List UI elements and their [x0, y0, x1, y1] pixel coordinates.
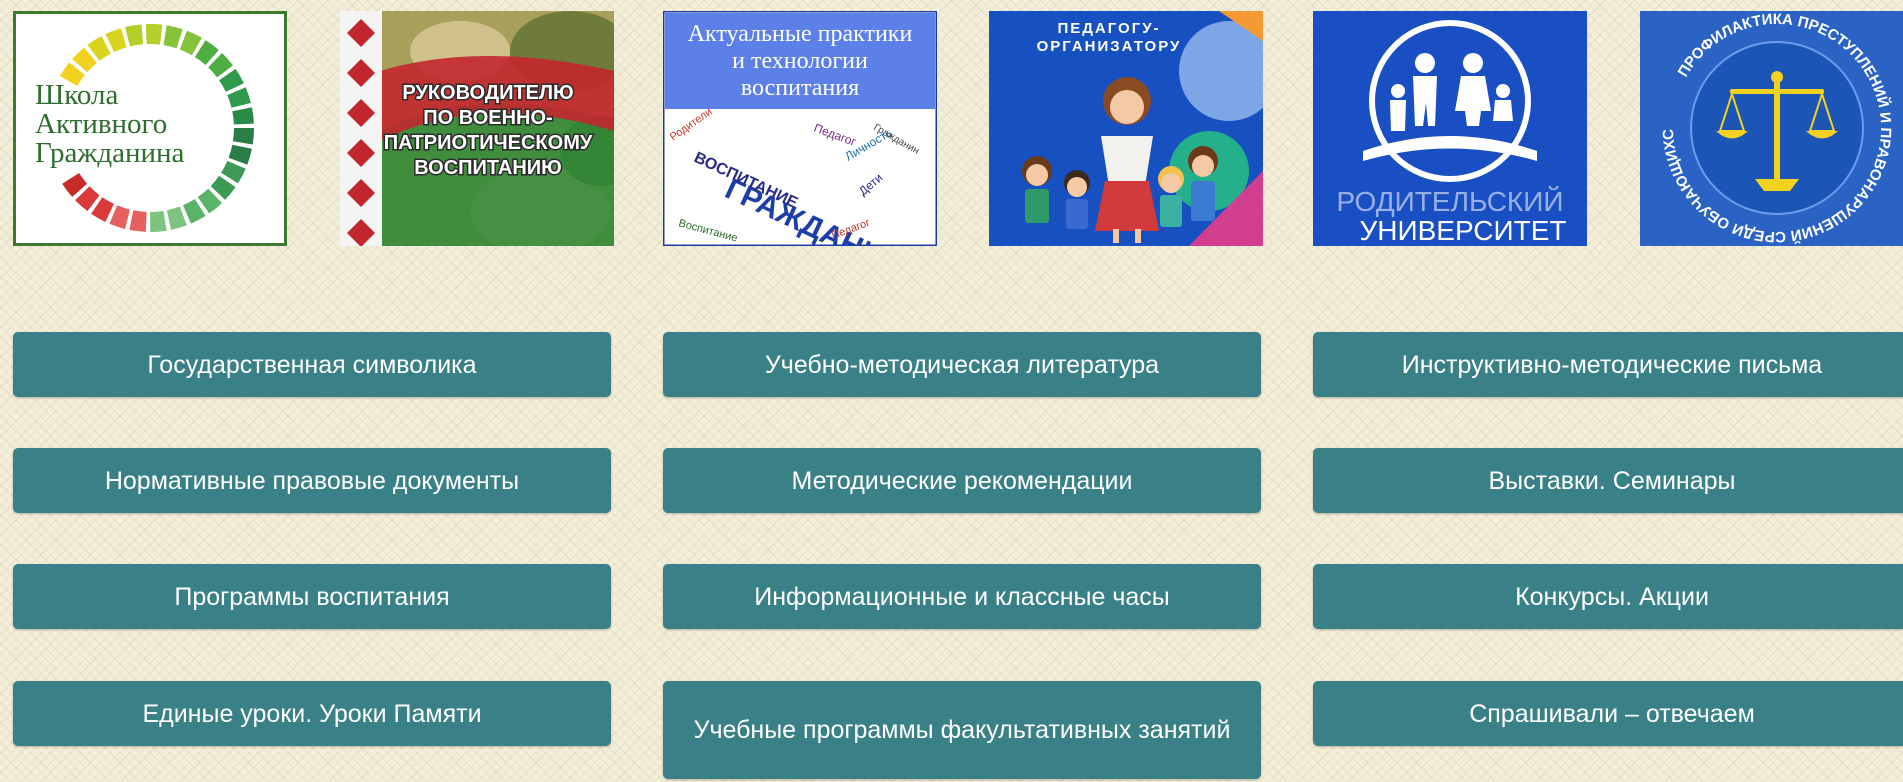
practices-line-3: воспитания — [741, 75, 859, 101]
prevention-banner-image: ПРОФИЛАКТИКА ПРЕСТУПЛЕНИЙ И ПРАВОНАРУШЕН… — [1640, 11, 1903, 246]
banner-parents-university[interactable]: РОДИТЕЛЬСКИЙ УНИВЕРСИТЕТ — [1313, 11, 1587, 246]
button-class-hours[interactable]: Информационные и классные часы — [663, 564, 1261, 629]
button-elective-programs[interactable]: Учебные программы факультативных занятий — [663, 681, 1261, 779]
button-faq[interactable]: Спрашивали – отвечаем — [1313, 681, 1903, 746]
logo-ring-segment — [145, 24, 163, 45]
button-contests-actions[interactable]: Конкурсы. Акции — [1313, 564, 1903, 629]
button-unified-lessons[interactable]: Единые уроки. Уроки Памяти — [13, 681, 611, 746]
button-instructive-letters[interactable]: Инструктивно-методические письма — [1313, 332, 1903, 397]
practices-line-1: Актуальные практики — [688, 21, 913, 47]
banner-row: Школа Активного Гражданина РУКОВОДИТЕЛЮ … — [0, 0, 1903, 250]
military-line-4: ВОСПИТАНИЮ — [414, 157, 562, 179]
organizer-line-2: ОРГАНИЗАТОРУ — [1037, 38, 1182, 55]
button-education-programs[interactable]: Программы воспитания — [13, 564, 611, 629]
parents-line-1: РОДИТЕЛЬСКИЙ — [1336, 186, 1563, 217]
parents-line-2: УНИВЕРСИТЕТ — [1359, 215, 1566, 246]
button-methodical-literature[interactable]: Учебно-методическая литература — [663, 332, 1261, 397]
school-line-1: Школа — [35, 79, 118, 111]
parents-banner-image: РОДИТЕЛЬСКИЙ УНИВЕРСИТЕТ — [1313, 11, 1587, 246]
button-legal-documents[interactable]: Нормативные правовые документы — [13, 448, 611, 513]
button-state-symbols[interactable]: Государственная символика — [13, 332, 611, 397]
organizer-line-1: ПЕДАГОГУ- — [1057, 20, 1160, 37]
banner-school-active-citizen[interactable]: Школа Активного Гражданина — [13, 11, 287, 246]
banner-crime-prevention[interactable]: ПРОФИЛАКТИКА ПРЕСТУПЛЕНИЙ И ПРАВОНАРУШЕН… — [1640, 11, 1903, 246]
military-line-3: ПАТРИОТИЧЕСКОМУ — [384, 132, 593, 154]
military-line-1: РУКОВОДИТЕЛЮ — [402, 82, 573, 104]
military-line-2: ПО ВОЕННО- — [423, 107, 552, 129]
school-line-3: Гражданина — [35, 137, 185, 169]
school-line-2: Активного — [35, 108, 167, 140]
school-logo-image: Школа Активного Гражданина — [13, 11, 287, 246]
organizer-banner-image: ПЕДАГОГУ- ОРГАНИЗАТОРУ — [989, 11, 1263, 246]
banner-practices-technologies[interactable]: Актуальные практики и технологии воспита… — [663, 11, 937, 246]
button-exhibitions-seminars[interactable]: Выставки. Семинары — [1313, 448, 1903, 513]
practices-banner-image: Актуальные практики и технологии воспита… — [663, 11, 937, 246]
button-methodical-recommendations[interactable]: Методические рекомендации — [663, 448, 1261, 513]
practices-line-2: и технологии — [732, 48, 868, 74]
banner-pedagogue-organizer[interactable]: ПЕДАГОГУ- ОРГАНИЗАТОРУ — [989, 11, 1263, 246]
banner-military-patriotic[interactable]: РУКОВОДИТЕЛЮ ПО ВОЕННО- ПАТРИОТИЧЕСКОМУ … — [340, 11, 614, 246]
military-banner-image: РУКОВОДИТЕЛЮ ПО ВОЕННО- ПАТРИОТИЧЕСКОМУ … — [340, 11, 614, 246]
